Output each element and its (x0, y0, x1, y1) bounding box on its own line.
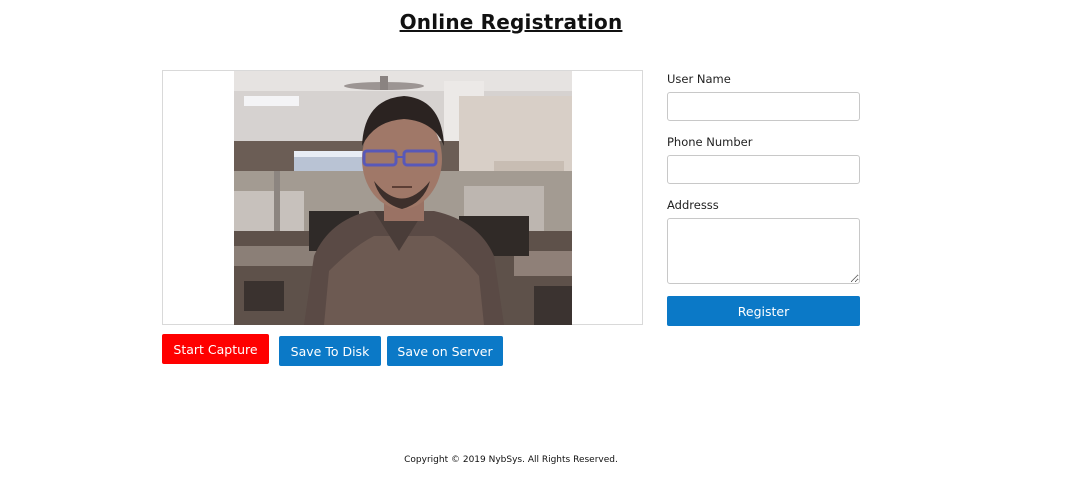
webcam-frame-image (234, 71, 572, 325)
address-label: Addresss (667, 198, 719, 212)
page-title: Online Registration (399, 10, 623, 34)
username-input[interactable] (667, 92, 860, 121)
register-button[interactable]: Register (667, 296, 860, 326)
phone-number-input[interactable] (667, 155, 860, 184)
username-label: User Name (667, 72, 731, 86)
save-to-disk-button[interactable]: Save To Disk (279, 336, 381, 366)
save-on-server-button[interactable]: Save on Server (387, 336, 503, 366)
webcam-video-feed (234, 71, 572, 325)
start-capture-button[interactable]: Start Capture (162, 334, 269, 364)
address-textarea[interactable] (667, 218, 860, 284)
phone-number-label: Phone Number (667, 135, 753, 149)
camera-frame (162, 70, 643, 325)
footer-copyright: Copyright © 2019 NybSys. All Rights Rese… (404, 455, 618, 465)
registration-page: Online Registration Start Capture Save T… (0, 0, 1086, 479)
